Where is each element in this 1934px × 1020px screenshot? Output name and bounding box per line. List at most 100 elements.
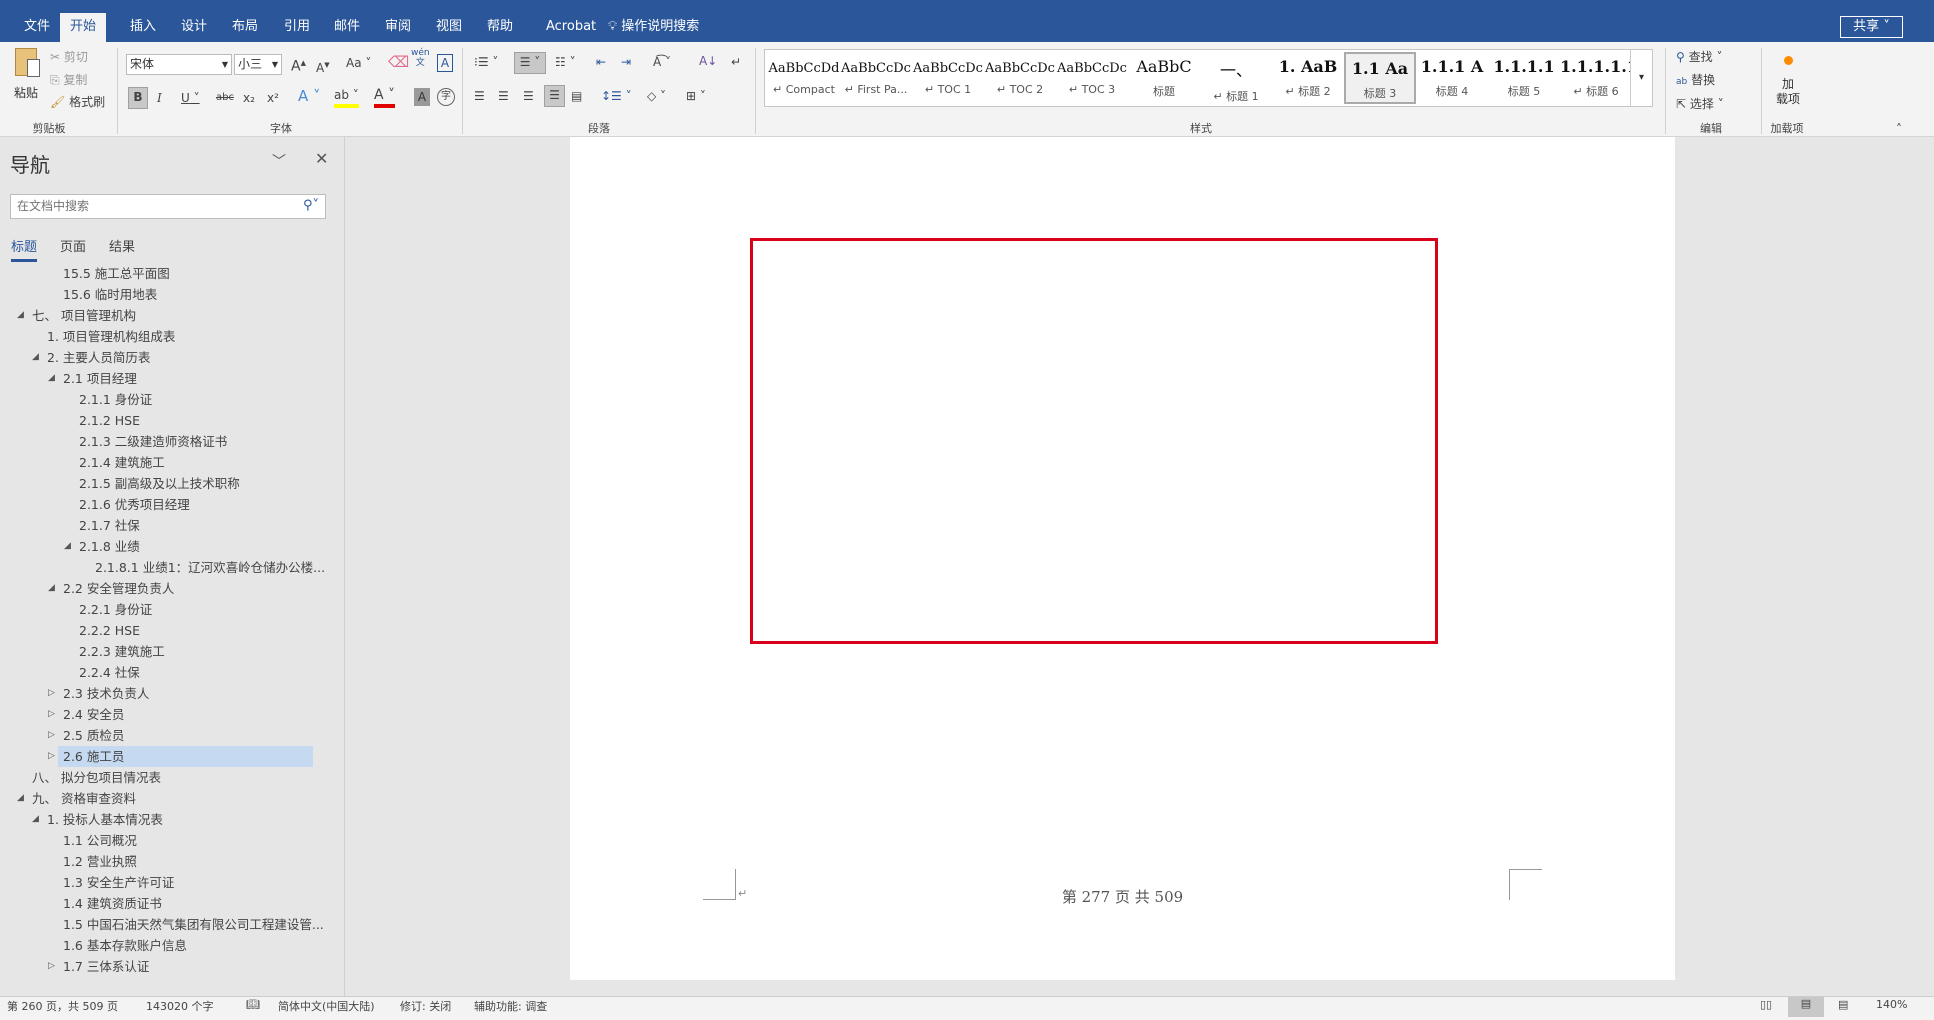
enclose-char-button[interactable]: 字	[437, 88, 455, 106]
grow-font-button[interactable]: A▲	[291, 54, 306, 76]
nav-heading-item[interactable]: 八、 拟分包项目情况表	[32, 767, 161, 788]
nav-heading-item[interactable]: 1.5 中国石油天然气集团有限公司工程建设管...	[63, 914, 324, 935]
subscript-button[interactable]: x₂	[243, 89, 255, 107]
tell-me[interactable]: 💡︎ 操作说明搜索	[598, 13, 709, 42]
zoom-level[interactable]: 140%	[1876, 998, 1907, 1011]
nav-heading-item[interactable]: 2.6 施工员	[63, 746, 124, 767]
tab-2[interactable]: 插入	[120, 13, 166, 42]
style-item[interactable]: AaBbCcDd ↵ Compact	[768, 52, 840, 104]
style-item[interactable]: 1.1.1.1 标题 5	[1488, 52, 1560, 104]
nav-heading-item[interactable]: 2.4 安全员	[63, 704, 124, 725]
align-left-button[interactable]: ☰	[474, 87, 485, 105]
nav-heading-item[interactable]: 2.1.8 业绩	[79, 536, 140, 557]
nav-heading-item[interactable]: 2.3 技术负责人	[63, 683, 149, 704]
status-track-changes[interactable]: 修订: 关闭	[400, 998, 451, 1014]
char-shading-button[interactable]: A	[414, 88, 430, 106]
nav-heading-item[interactable]: 2.1.8.1 业绩1：辽河欢喜岭仓储办公楼...	[95, 557, 325, 578]
tab-1[interactable]: 开始	[60, 13, 107, 42]
nav-tab-0[interactable]: 标题	[11, 236, 38, 262]
nav-heading-item[interactable]: 2.1.3 二级建造师资格证书	[79, 431, 227, 452]
borders-button[interactable]: ⊞ ˅	[686, 87, 706, 105]
nav-heading-item[interactable]: 1.1 公司概况	[63, 830, 137, 851]
print-layout-icon[interactable]: ▤	[1788, 997, 1824, 1017]
style-item[interactable]: 1.1.1.1.1 ↵ 标题 6	[1560, 52, 1632, 104]
nav-heading-item[interactable]: 七、 项目管理机构	[32, 305, 136, 326]
multilevel-list-button[interactable]: ☷ ˅	[555, 53, 576, 71]
collapsed-triangle-icon[interactable]: ▷	[48, 688, 55, 698]
nav-heading-item[interactable]: 2.2.4 社保	[79, 662, 140, 683]
expanded-triangle-icon[interactable]: ◢	[32, 352, 39, 362]
nav-heading-item[interactable]: 1. 项目管理机构组成表	[47, 326, 175, 347]
sort-button[interactable]: A↓	[699, 52, 717, 70]
strikethrough-button[interactable]: abc	[216, 89, 234, 107]
change-case-button[interactable]: Aa ˅	[346, 54, 371, 72]
styles-more-button[interactable]: ▾	[1630, 50, 1652, 106]
font-size-select[interactable]: 小三 ▼	[234, 54, 282, 75]
nav-heading-item[interactable]: 2.1.4 建筑施工	[79, 452, 165, 473]
style-item[interactable]: AaBbCcDc ↵ First Pa...	[840, 52, 912, 104]
tab-10[interactable]: Acrobat	[536, 13, 606, 42]
align-right-button[interactable]: ☰	[523, 87, 534, 105]
expanded-triangle-icon[interactable]: ◢	[17, 793, 24, 803]
nav-close-icon[interactable]: ✕	[315, 149, 328, 168]
tab-9[interactable]: 帮助	[477, 13, 523, 42]
highlight-button[interactable]: ab ˅	[334, 86, 359, 108]
nav-options-chevron-icon[interactable]: ﹀	[272, 151, 286, 171]
font-color-button[interactable]: A ˅	[374, 86, 396, 108]
char-border-button[interactable]: A	[437, 54, 453, 72]
expanded-triangle-icon[interactable]: ◢	[64, 541, 71, 551]
format-painter-button[interactable]: 🖌︎ 格式刷	[50, 93, 105, 111]
status-accessibility[interactable]: 辅助功能: 调查	[474, 998, 547, 1014]
cut-button[interactable]: ✂ 剪切	[50, 48, 88, 66]
nav-heading-item[interactable]: 2.1.1 身份证	[79, 389, 152, 410]
distributed-button[interactable]: ▤	[571, 87, 582, 105]
search-icon[interactable]: ⚲˅	[303, 198, 319, 213]
tab-6[interactable]: 邮件	[324, 13, 370, 42]
read-mode-icon[interactable]: ▯▯	[1760, 998, 1772, 1011]
style-item[interactable]: AaBbCcDc ↵ TOC 2	[984, 52, 1056, 104]
style-item[interactable]: 1. AaB ↵ 标题 2	[1272, 52, 1344, 104]
nav-heading-item[interactable]: 15.5 施工总平面图	[63, 263, 170, 284]
nav-heading-item[interactable]: 2.2 安全管理负责人	[63, 578, 174, 599]
web-layout-icon[interactable]: ▤	[1838, 998, 1848, 1011]
nav-search-input[interactable]	[11, 195, 281, 217]
shrink-font-button[interactable]: A▼	[316, 56, 330, 77]
style-item[interactable]: AaBbCcDc ↵ TOC 3	[1056, 52, 1128, 104]
shading-button[interactable]: ◇ ˅	[647, 87, 666, 105]
nav-heading-item[interactable]: 九、 资格审查资料	[32, 788, 136, 809]
tab-5[interactable]: 引用	[274, 13, 320, 42]
addins-button[interactable]: 加载项	[1770, 56, 1806, 107]
increase-indent-button[interactable]: ⇥	[621, 53, 631, 71]
bold-button[interactable]: B	[128, 87, 148, 109]
nav-heading-item[interactable]: 1.2 营业执照	[63, 851, 137, 872]
style-item[interactable]: 1.1 Aa 标题 3	[1344, 52, 1416, 104]
nav-heading-item[interactable]: 15.6 临时用地表	[63, 284, 157, 305]
find-button[interactable]: ⚲ 查找 ˅	[1676, 48, 1722, 66]
style-item[interactable]: 一、 ↵ 标题 1	[1200, 52, 1272, 104]
nav-heading-item[interactable]: 1.4 建筑资质证书	[63, 893, 162, 914]
nav-heading-item[interactable]: 2.1.5 副高级及以上技术职称	[79, 473, 240, 494]
collapsed-triangle-icon[interactable]: ▷	[48, 730, 55, 740]
underline-button[interactable]: U ˅	[181, 89, 200, 107]
style-item[interactable]: AaBbC 标题	[1128, 52, 1200, 104]
decrease-indent-button[interactable]: ⇤	[596, 53, 606, 71]
tab-8[interactable]: 视图	[426, 13, 472, 42]
collapsed-triangle-icon[interactable]: ▷	[48, 751, 55, 761]
share-button[interactable]: 共享 ˅	[1840, 16, 1903, 38]
nav-heading-item[interactable]: 2.1 项目经理	[63, 368, 137, 389]
italic-button[interactable]: I	[157, 89, 162, 107]
align-center-button[interactable]: ☰	[498, 87, 509, 105]
clear-format-icon[interactable]: ⌫	[388, 53, 409, 71]
nav-heading-item[interactable]: 2.1.6 优秀项目经理	[79, 494, 190, 515]
numbering-button[interactable]: ☰ ˅	[514, 52, 546, 74]
tab-4[interactable]: 布局	[222, 13, 268, 42]
expanded-triangle-icon[interactable]: ◢	[17, 310, 24, 320]
text-effects-button[interactable]: A ˅	[298, 87, 321, 105]
status-words[interactable]: 143020 个字	[146, 998, 214, 1014]
style-item[interactable]: AaBbCcDc ↵ TOC 1	[912, 52, 984, 104]
nav-heading-item[interactable]: 2.2.3 建筑施工	[79, 641, 165, 662]
expanded-triangle-icon[interactable]: ◢	[48, 583, 55, 593]
tab-0[interactable]: 文件	[14, 13, 60, 42]
copy-button[interactable]: ⎘ 复制	[50, 71, 87, 89]
nav-heading-item[interactable]: 2. 主要人员简历表	[47, 347, 150, 368]
